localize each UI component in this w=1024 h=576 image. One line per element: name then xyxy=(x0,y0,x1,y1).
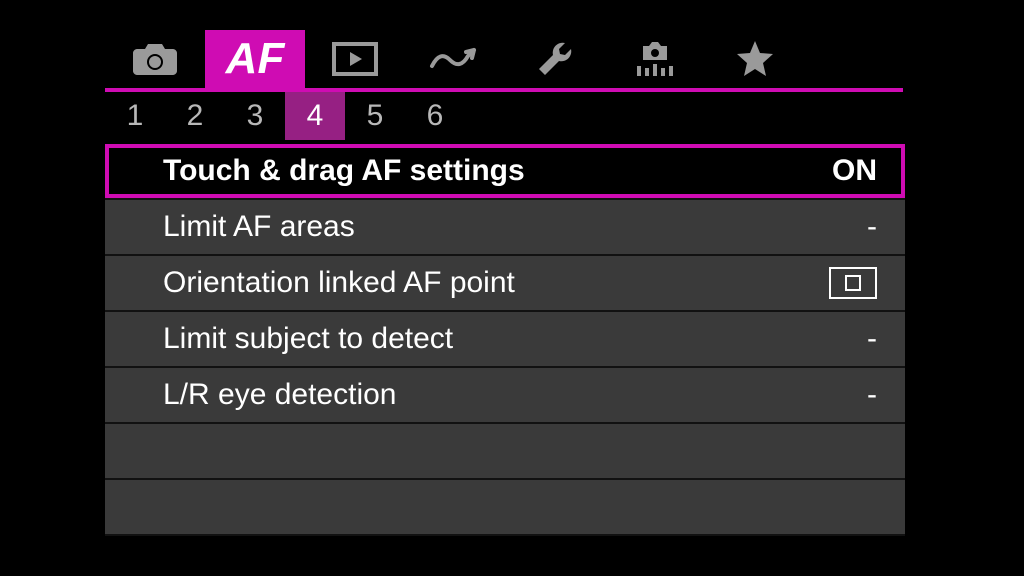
row-label: Limit AF areas xyxy=(163,210,867,244)
tab-af[interactable]: AF xyxy=(205,30,305,88)
subtab-3[interactable]: 3 xyxy=(225,92,285,140)
menu-list: Touch & drag AF settings ON Limit AF are… xyxy=(105,144,905,536)
wrench-icon xyxy=(535,39,575,79)
star-icon xyxy=(735,39,775,79)
wireless-icon xyxy=(428,44,482,74)
tab-custom[interactable] xyxy=(605,30,705,88)
row-value: ON xyxy=(832,154,877,188)
af-icon: AF xyxy=(226,37,285,81)
row-label: Orientation linked AF point xyxy=(163,266,829,300)
row-value: - xyxy=(867,322,877,356)
row-value xyxy=(829,267,877,299)
pixelshift-icon xyxy=(633,40,677,78)
orientation-icon xyxy=(829,267,877,299)
subtab-5[interactable]: 5 xyxy=(345,92,405,140)
row-orientation-linked-af[interactable]: Orientation linked AF point xyxy=(105,256,905,312)
row-value: - xyxy=(867,378,877,412)
row-limit-af-areas[interactable]: Limit AF areas - xyxy=(105,200,905,256)
row-empty xyxy=(105,424,905,480)
main-tabs: AF xyxy=(105,30,905,88)
row-value: - xyxy=(867,210,877,244)
tab-setup[interactable] xyxy=(505,30,605,88)
tab-playback[interactable] xyxy=(305,30,405,88)
row-label: Touch & drag AF settings xyxy=(163,154,832,188)
row-lr-eye-detection[interactable]: L/R eye detection - xyxy=(105,368,905,424)
row-limit-subject[interactable]: Limit subject to detect - xyxy=(105,312,905,368)
row-label: L/R eye detection xyxy=(163,378,867,412)
playback-icon xyxy=(332,42,378,76)
camera-icon xyxy=(131,41,179,77)
tab-wireless[interactable] xyxy=(405,30,505,88)
camera-menu: AF xyxy=(105,30,905,536)
subtab-2[interactable]: 2 xyxy=(165,92,225,140)
row-label: Limit subject to detect xyxy=(163,322,867,356)
subtab-4[interactable]: 4 xyxy=(285,92,345,140)
row-touch-drag-af[interactable]: Touch & drag AF settings ON xyxy=(105,144,905,200)
row-empty xyxy=(105,480,905,536)
sub-tabs: 1 2 3 4 5 6 xyxy=(105,92,905,140)
subtab-1[interactable]: 1 xyxy=(105,92,165,140)
tab-mymenu[interactable] xyxy=(705,30,805,88)
tab-shoot[interactable] xyxy=(105,30,205,88)
subtab-6[interactable]: 6 xyxy=(405,92,465,140)
